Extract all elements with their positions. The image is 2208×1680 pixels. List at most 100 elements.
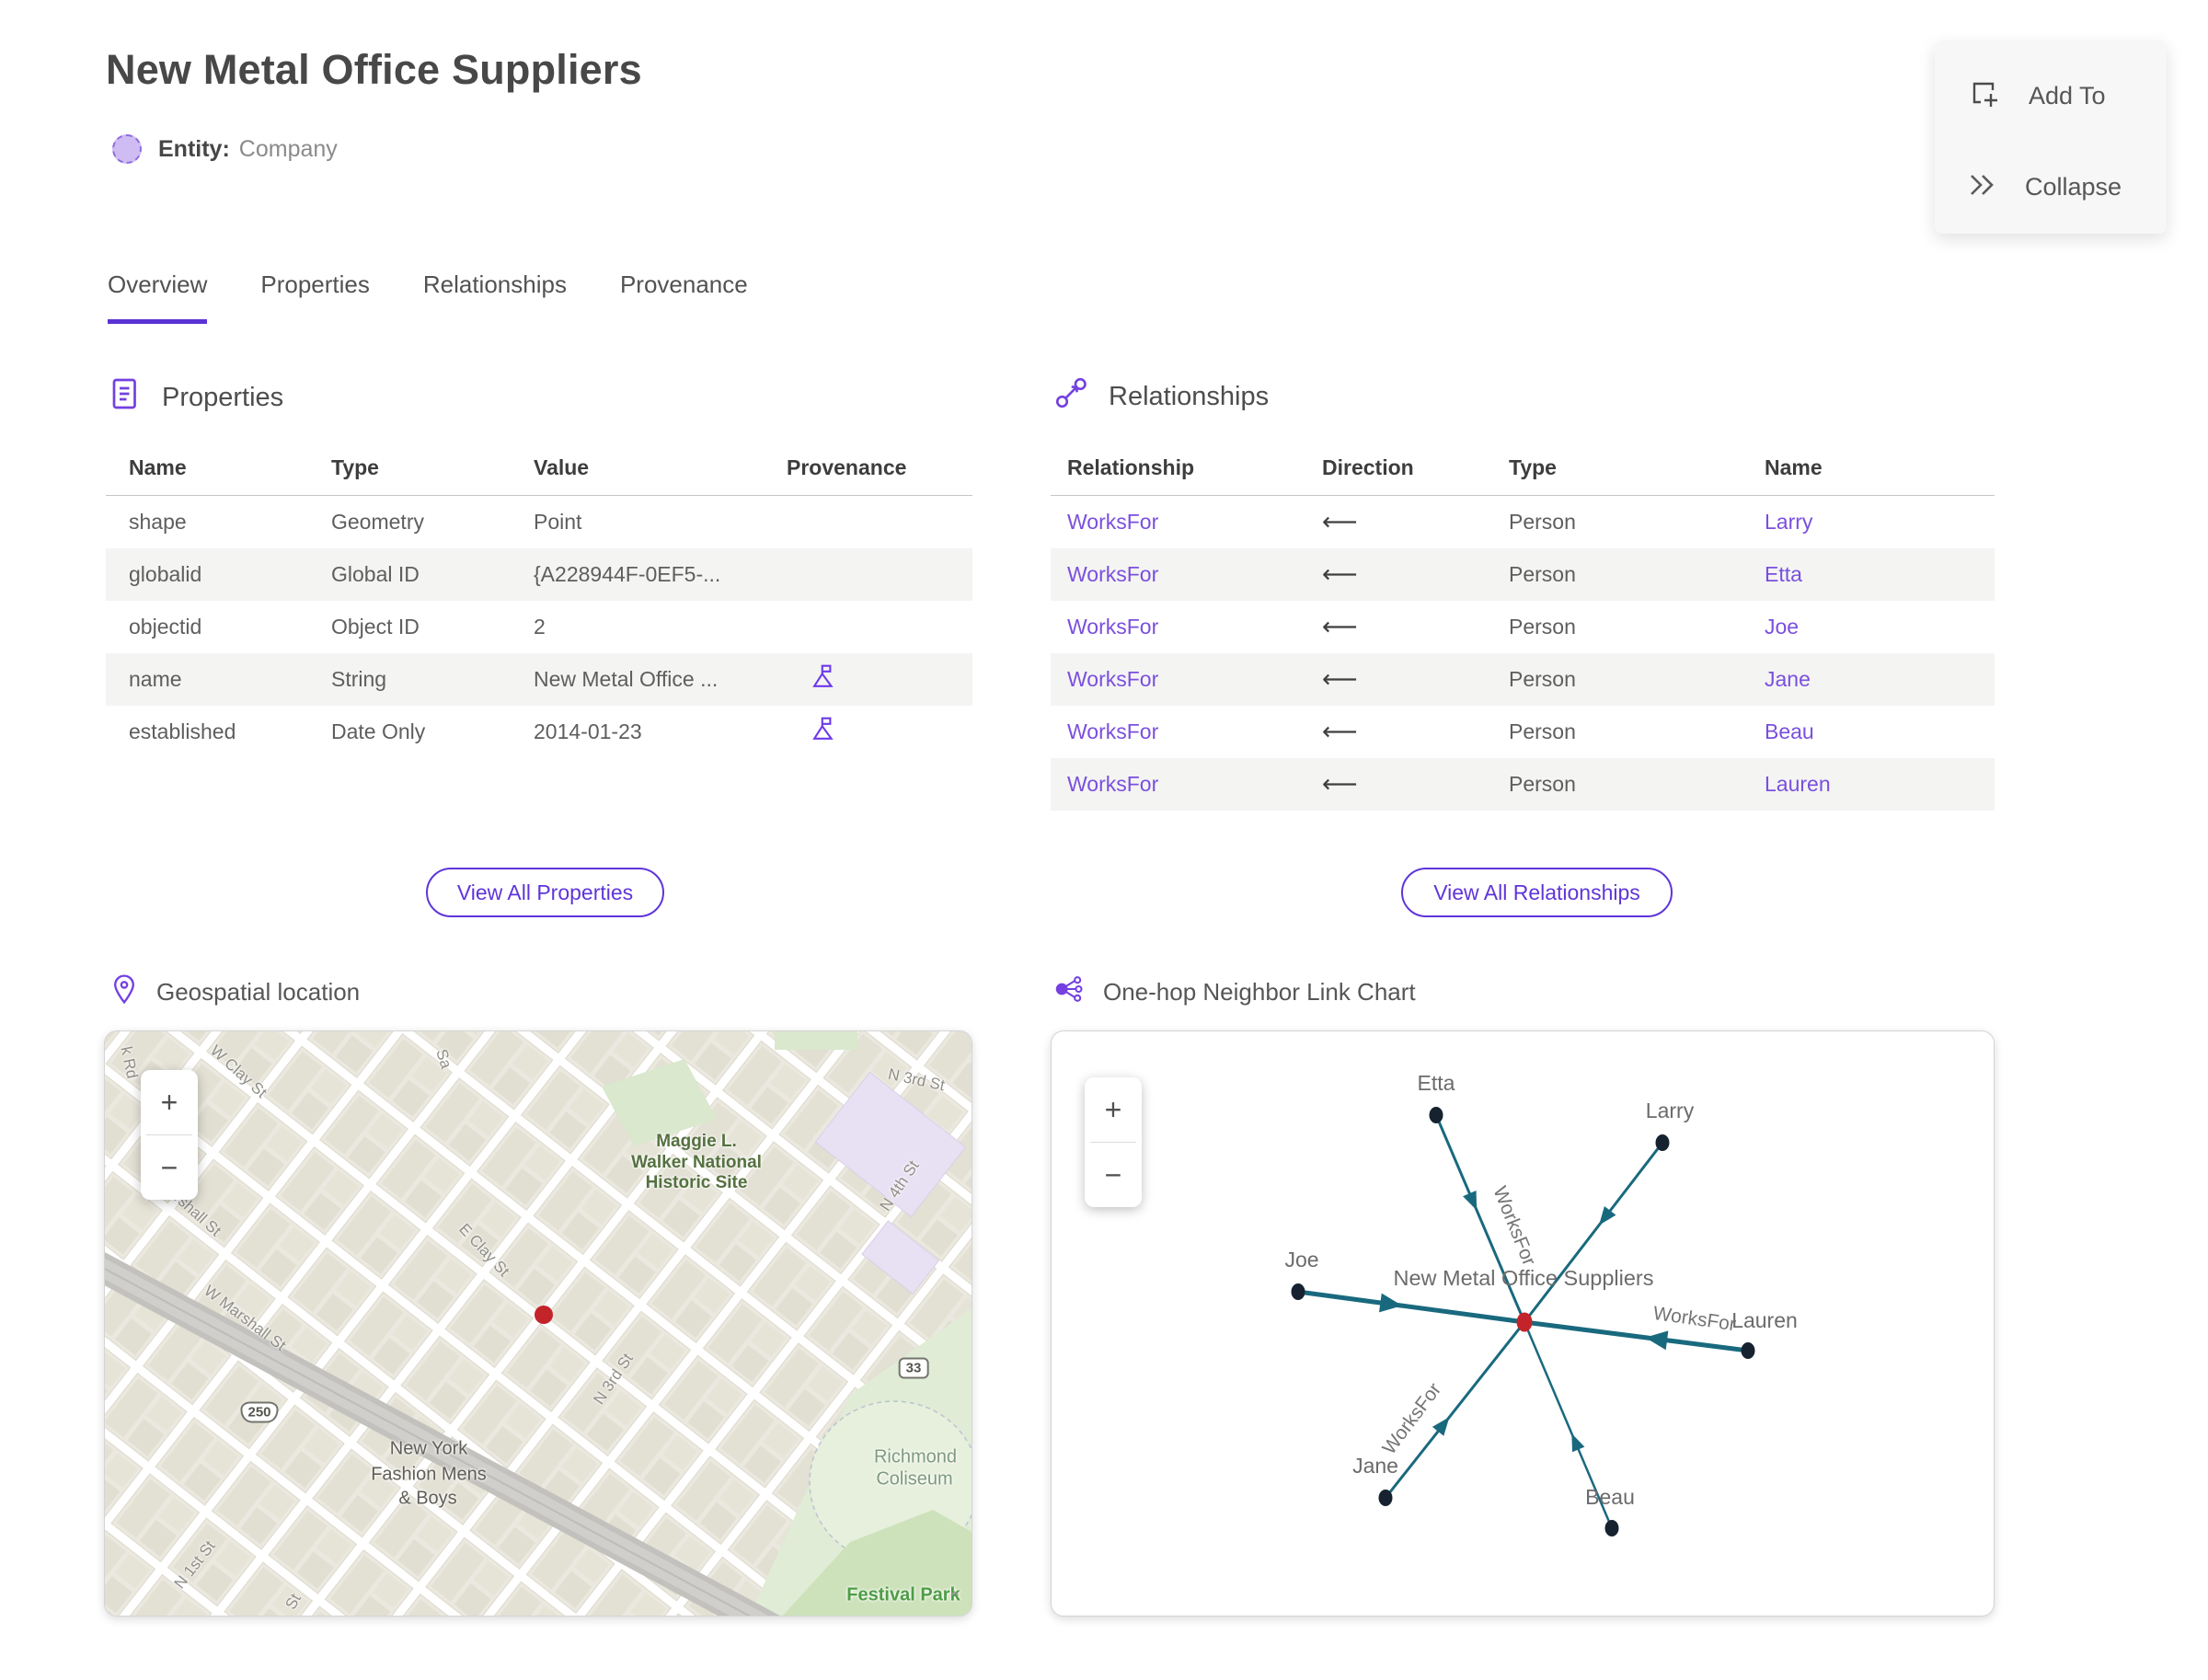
geospatial-map[interactable]: k Rd W Clay St Sa N 3rd St N 4th St arshall S… [104, 1030, 972, 1617]
node-label-lauren: Lauren [1731, 1308, 1798, 1332]
attribution-chevron-icon[interactable]: ⌃ [947, 1587, 962, 1610]
col-type: Type [1509, 455, 1557, 479]
add-to-button[interactable]: Add To [1966, 75, 2106, 117]
provenance-flag-icon[interactable] [810, 662, 837, 697]
property-value: 2 [534, 615, 546, 639]
page-title: New Metal Office Suppliers [106, 46, 642, 93]
tab-relationships[interactable]: Relationships [423, 270, 567, 324]
related-name-link[interactable]: Joe [1748, 615, 1995, 639]
relationships-table-header: Relationship Direction Type Name [1051, 440, 1995, 496]
node-jane[interactable] [1378, 1490, 1393, 1506]
property-row: name String New Metal Office ... [106, 653, 972, 706]
edge-arrow-icon [1571, 1433, 1585, 1453]
map-zoom-out-button[interactable]: − [141, 1135, 198, 1200]
geospatial-section-header: Geospatial location [110, 973, 360, 1011]
node-label-etta: Etta [1418, 1071, 1455, 1095]
related-name-link[interactable]: Larry [1748, 510, 1995, 535]
direction-arrow: ⟵ [1322, 560, 1358, 588]
property-row: globalid Global ID {A228944F-0EF5-... [106, 548, 972, 601]
node-label-beau: Beau [1585, 1485, 1635, 1509]
collapse-label: Collapse [2025, 173, 2122, 201]
entity-label: Entity: [158, 135, 230, 162]
direction-arrow: ⟵ [1322, 508, 1358, 535]
node-beau[interactable] [1604, 1520, 1619, 1536]
tab-properties[interactable]: Properties [260, 270, 370, 324]
edge-arrow-icon [1432, 1417, 1450, 1436]
map-marker[interactable] [535, 1306, 553, 1324]
collapse-button[interactable]: Collapse [1966, 171, 2122, 203]
node-label-jane: Jane [1352, 1454, 1398, 1478]
col-type: Type [331, 455, 379, 479]
related-type: Person [1509, 615, 1576, 639]
property-row: shape Geometry Point [106, 496, 972, 548]
property-row: objectid Object ID 2 [106, 601, 972, 653]
node-lauren[interactable] [1741, 1342, 1755, 1359]
property-type: Date Only [331, 719, 426, 743]
tab-overview[interactable]: Overview [108, 270, 208, 324]
node-label-larry: Larry [1646, 1099, 1695, 1122]
node-larry[interactable] [1655, 1134, 1670, 1151]
edge-larry[interactable] [1523, 1142, 1664, 1323]
add-to-label: Add To [2029, 82, 2106, 109]
relationship-row: WorksFor ⟵ Person Larry [1051, 496, 1995, 548]
related-name-link[interactable]: Etta [1748, 562, 1995, 587]
relationship-link[interactable]: WorksFor [1051, 719, 1305, 744]
relationship-link[interactable]: WorksFor [1051, 510, 1305, 535]
edge-arrow-icon [1378, 1293, 1403, 1313]
node-etta[interactable] [1429, 1107, 1443, 1123]
relationship-link[interactable]: WorksFor [1051, 562, 1305, 587]
direction-arrow: ⟵ [1322, 613, 1358, 640]
properties-table-header: Name Type Value Provenance [106, 440, 972, 496]
relationships-section-title: Relationships [1109, 381, 1270, 411]
related-type: Person [1509, 562, 1576, 586]
one-hop-link-chart[interactable]: WorksFor WorksFor WorksFor New Metal Office… [1051, 1030, 1995, 1617]
relationships-icon [1053, 375, 1088, 418]
map-zoom-in-button[interactable]: + [141, 1070, 198, 1134]
relationship-row: WorksFor ⟵ Person Beau [1051, 706, 1995, 758]
relationships-section-header: Relationships [1053, 375, 1269, 418]
entity-type-icon [112, 134, 142, 164]
map-pin-icon [110, 973, 138, 1011]
property-value: New Metal Office ... [534, 667, 719, 691]
related-name-link[interactable]: Beau [1748, 719, 1995, 744]
node-joe[interactable] [1291, 1283, 1305, 1300]
related-type: Person [1509, 772, 1576, 796]
entity-row: Entity: Company [112, 134, 338, 164]
chart-zoom-in-button[interactable]: + [1085, 1077, 1142, 1142]
node-label-joe: Joe [1284, 1248, 1318, 1272]
link-chart-canvas: WorksForWorksForWorksForNew Metal Office… [1284, 1071, 1798, 1536]
related-type: Person [1509, 510, 1576, 534]
edge-arrow-icon [1463, 1191, 1478, 1211]
center-node[interactable] [1516, 1312, 1533, 1332]
view-all-properties-button[interactable]: View All Properties [426, 868, 664, 917]
col-direction: Direction [1322, 455, 1414, 479]
chart-zoom-out-button[interactable]: − [1085, 1143, 1142, 1207]
link-chart-icon [1053, 973, 1085, 1011]
edge-joe[interactable] [1297, 1289, 1525, 1325]
linkchart-section-header: One-hop Neighbor Link Chart [1053, 973, 1416, 1011]
property-row: established Date Only 2014-01-23 [106, 706, 972, 758]
direction-arrow: ⟵ [1322, 718, 1358, 745]
related-name-link[interactable]: Jane [1748, 667, 1995, 692]
property-name: globalid [129, 562, 202, 586]
col-value: Value [534, 455, 590, 479]
property-type: String [331, 667, 387, 691]
relationship-link[interactable]: WorksFor [1051, 667, 1305, 692]
property-name: established [129, 719, 236, 743]
col-provenance: Provenance [787, 455, 907, 479]
properties-icon [109, 375, 142, 420]
relationship-row: WorksFor ⟵ Person Joe [1051, 601, 1995, 653]
related-name-link[interactable]: Lauren [1748, 772, 1995, 797]
edge-arrow-icon [1645, 1330, 1669, 1351]
properties-section-header: Properties [109, 375, 283, 420]
property-type: Geometry [331, 510, 424, 534]
provenance-flag-icon[interactable] [810, 715, 837, 750]
property-type: Global ID [331, 562, 420, 586]
edge-label: WorksFor [1378, 1379, 1445, 1458]
chevrons-right-icon [1966, 171, 1999, 203]
view-all-relationships-button[interactable]: View All Relationships [1401, 868, 1673, 917]
properties-section-title: Properties [162, 382, 284, 412]
relationship-link[interactable]: WorksFor [1051, 615, 1305, 639]
tab-provenance[interactable]: Provenance [620, 270, 748, 324]
relationship-link[interactable]: WorksFor [1051, 772, 1305, 797]
